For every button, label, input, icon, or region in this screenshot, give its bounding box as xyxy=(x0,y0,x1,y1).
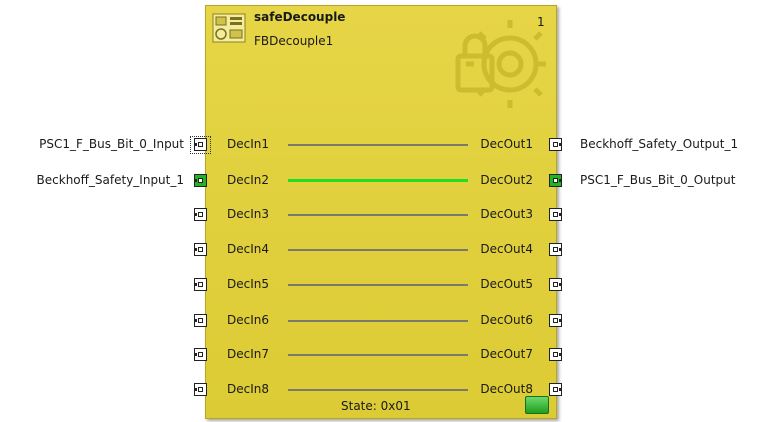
connector-5 xyxy=(288,284,468,286)
safety-gear-lock-watermark-icon xyxy=(455,20,546,108)
input-pin-6: DecIn6 xyxy=(227,313,269,327)
output-port-2[interactable] xyxy=(549,174,562,187)
function-block-icon xyxy=(212,13,246,43)
input-port-7[interactable] xyxy=(194,348,207,361)
input-pin-1: DecIn1 xyxy=(227,137,269,151)
connector-1 xyxy=(288,144,468,146)
input-port-4[interactable] xyxy=(194,243,207,256)
connector-2 xyxy=(288,179,468,182)
block-instance-name: FBDecouple1 xyxy=(254,34,334,48)
output-pin-3: DecOut3 xyxy=(480,207,533,221)
output-signal-1[interactable]: Beckhoff_Safety_Output_1 xyxy=(580,137,738,151)
output-signal-2[interactable]: PSC1_F_Bus_Bit_0_Output xyxy=(580,173,735,187)
output-pin-8: DecOut8 xyxy=(480,382,533,396)
output-port-4[interactable] xyxy=(549,243,562,256)
input-pin-2: DecIn2 xyxy=(227,173,269,187)
connector-4 xyxy=(288,249,468,251)
input-pin-5: DecIn5 xyxy=(227,277,269,291)
block-state: State: 0x01 xyxy=(341,399,411,413)
output-port-8[interactable] xyxy=(549,383,562,396)
output-port-7[interactable] xyxy=(549,348,562,361)
output-pin-1: DecOut1 xyxy=(480,137,533,151)
input-port-5[interactable] xyxy=(194,278,207,291)
connector-3 xyxy=(288,214,468,216)
input-pin-3: DecIn3 xyxy=(227,207,269,221)
input-port-1[interactable] xyxy=(194,138,207,151)
input-signal-2[interactable]: Beckhoff_Safety_Input_1 xyxy=(37,173,184,187)
input-port-8[interactable] xyxy=(194,383,207,396)
input-port-3[interactable] xyxy=(194,208,207,221)
input-pin-8: DecIn8 xyxy=(227,382,269,396)
input-pin-4: DecIn4 xyxy=(227,242,269,256)
input-signal-1[interactable]: PSC1_F_Bus_Bit_0_Input xyxy=(39,137,184,151)
output-port-5[interactable] xyxy=(549,278,562,291)
output-pin-2: DecOut2 xyxy=(480,173,533,187)
output-port-1[interactable] xyxy=(549,138,562,151)
input-port-6[interactable] xyxy=(194,314,207,327)
output-pin-7: DecOut7 xyxy=(480,347,533,361)
input-pin-7: DecIn7 xyxy=(227,347,269,361)
status-led-icon xyxy=(525,396,549,414)
input-port-2[interactable] xyxy=(194,174,207,187)
block-type-name: safeDecouple xyxy=(254,10,346,24)
connector-7 xyxy=(288,354,468,356)
connector-6 xyxy=(288,320,468,322)
output-pin-6: DecOut6 xyxy=(480,313,533,327)
output-port-6[interactable] xyxy=(549,314,562,327)
output-port-3[interactable] xyxy=(549,208,562,221)
block-index: 1 xyxy=(537,15,545,29)
output-pin-4: DecOut4 xyxy=(480,242,533,256)
connector-8 xyxy=(288,389,468,391)
output-pin-5: DecOut5 xyxy=(480,277,533,291)
